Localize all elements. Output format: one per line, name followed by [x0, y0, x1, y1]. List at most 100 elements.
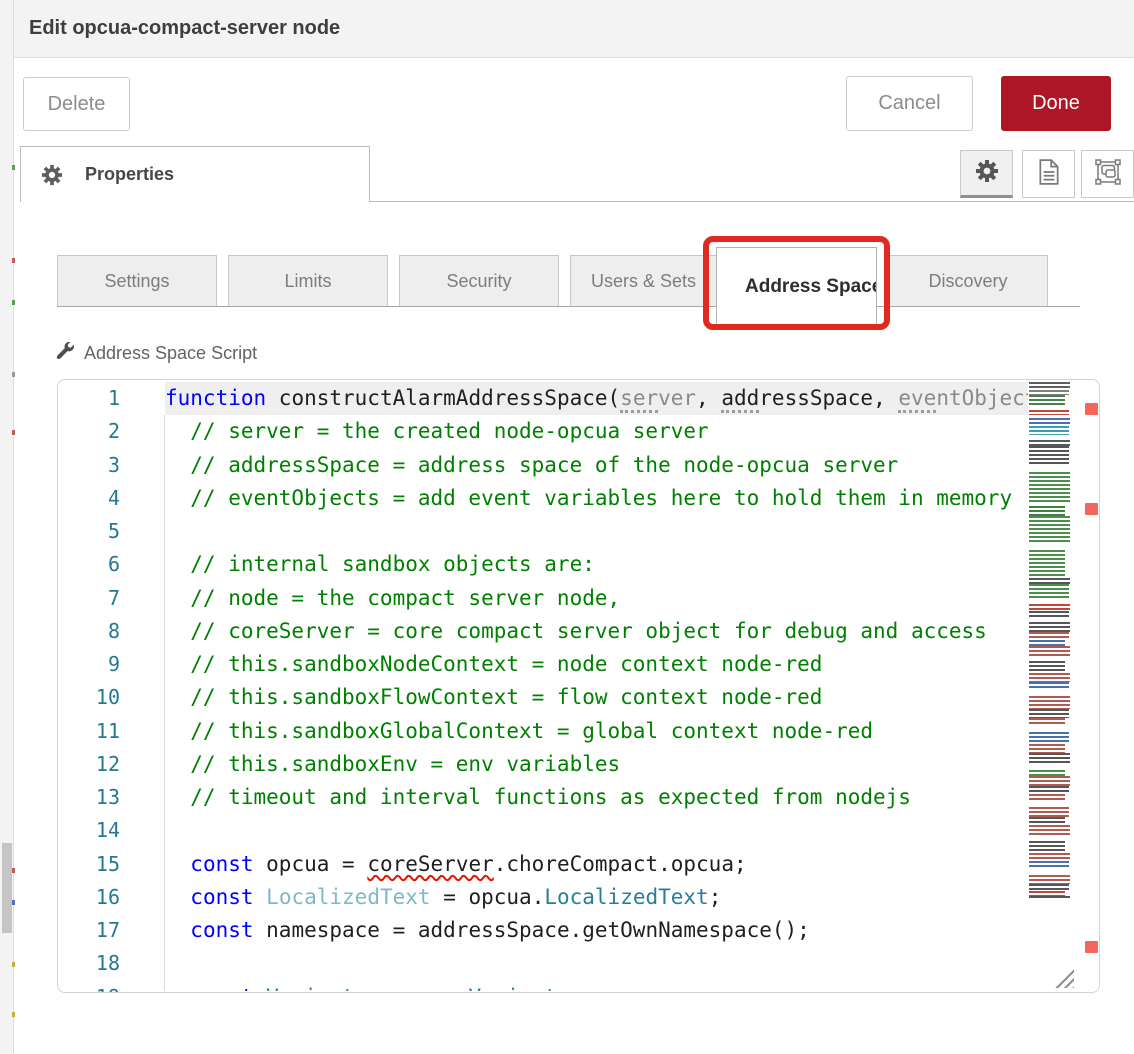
minimap-segment [1029, 807, 1069, 817]
code-line[interactable] [165, 947, 1028, 980]
tab-address-space[interactable]: Address Space [716, 247, 877, 325]
line-number[interactable]: 10 [58, 681, 165, 714]
scrollbar-mark [12, 900, 15, 905]
tab-security[interactable]: Security [399, 255, 559, 307]
section-header: Address Space Script [55, 340, 257, 366]
line-number[interactable]: 18 [58, 947, 165, 980]
node-appearance-button[interactable] [1081, 150, 1134, 198]
code-line[interactable]: // node = the compact server node, [165, 582, 1028, 615]
section-label: Address Space Script [84, 343, 257, 364]
minimap-segment [1029, 853, 1070, 861]
code-line[interactable]: // this.sandboxEnv = env variables [165, 748, 1028, 781]
tab-discovery[interactable]: Discovery [888, 255, 1048, 307]
minimap-segment [1029, 395, 1065, 407]
code-token: // timeout and interval functions as exp… [165, 785, 911, 809]
delete-button[interactable]: Delete [23, 77, 130, 131]
tab-label: Settings [104, 271, 169, 292]
code-token: // addressSpace = address space of the n… [165, 453, 898, 477]
node-description-button[interactable] [1022, 150, 1075, 198]
line-number[interactable]: 15 [58, 848, 165, 881]
line-number[interactable]: 5 [58, 515, 165, 548]
code-editor[interactable]: 12345678910111213141516171819 function c… [57, 379, 1100, 993]
code-line[interactable] [165, 515, 1028, 548]
line-number[interactable]: 14 [58, 814, 165, 847]
minimap-segment [1029, 426, 1069, 435]
code-line[interactable]: const namespace = addressSpace.getOwnNam… [165, 914, 1028, 947]
tab-settings[interactable]: Settings [57, 255, 217, 307]
line-number[interactable]: 16 [58, 881, 165, 914]
page-scrollbar-thumb[interactable] [2, 843, 12, 933]
minimap-segment [1029, 418, 1070, 426]
tab-label: Address Space [745, 276, 877, 298]
appearance-icon [1095, 159, 1121, 190]
code-line[interactable]: // eventObjects = add event variables he… [165, 482, 1028, 515]
code-token: // node = the compact server node, [165, 586, 620, 610]
minimap-segment [1029, 696, 1070, 709]
tab-label: Limits [284, 271, 331, 292]
code-token [165, 885, 190, 909]
document-icon [1038, 159, 1060, 190]
editor-minimap[interactable] [1027, 382, 1074, 922]
line-number[interactable]: 13 [58, 781, 165, 814]
code-line[interactable]: // this.sandboxFlowContext = flow contex… [165, 681, 1028, 714]
edit-node-dialog: Edit opcua-compact-server node Delete Ca… [0, 0, 1134, 1054]
line-number[interactable]: 6 [58, 548, 165, 581]
code-line[interactable]: const Variant = opcua.Variant; [165, 981, 1028, 992]
code-token: // server = the created node-opcua serve… [165, 419, 709, 443]
code-line[interactable]: // this.sandboxNodeContext = node contex… [165, 648, 1028, 681]
line-number[interactable]: 7 [58, 582, 165, 615]
scrollbar-mark [12, 372, 15, 377]
code-line[interactable]: // this.sandboxGlobalContext = global co… [165, 715, 1028, 748]
line-number[interactable]: 9 [58, 648, 165, 681]
minimap-segment [1029, 673, 1070, 682]
gear-icon [21, 164, 63, 186]
minimap-segment [1029, 732, 1069, 744]
line-number[interactable]: 12 [58, 748, 165, 781]
code-line[interactable]: // addressSpace = address space of the n… [165, 449, 1028, 482]
minimap-segment [1029, 516, 1070, 542]
code-line[interactable]: const opcua = coreServer.choreCompact.op… [165, 848, 1028, 881]
code-token: = opcua. [355, 985, 469, 992]
minimap-segment [1029, 718, 1065, 726]
done-button[interactable]: Done [1001, 76, 1111, 131]
code-token: function [165, 386, 266, 410]
code-token: ver [658, 386, 696, 410]
code-line[interactable]: // timeout and interval functions as exp… [165, 781, 1028, 814]
tab-limits[interactable]: Limits [228, 255, 388, 307]
tab-properties[interactable]: Properties [20, 146, 370, 202]
line-number[interactable]: 1 [58, 382, 165, 415]
line-number[interactable]: 17 [58, 914, 165, 947]
code-line[interactable]: // coreServer = core compact server obje… [165, 615, 1028, 648]
code-line[interactable]: const LocalizedText = opcua.LocalizedTex… [165, 881, 1028, 914]
minimap-segment [1029, 841, 1065, 853]
code-token: Variant [266, 985, 355, 992]
code-token: LocalizedText [544, 885, 708, 909]
editor-gutter[interactable]: 12345678910111213141516171819 [58, 382, 165, 993]
tab-users-sets[interactable]: Users & Sets [570, 255, 717, 307]
code-line[interactable]: // server = the created node-opcua serve… [165, 415, 1028, 448]
line-number[interactable]: 4 [58, 482, 165, 515]
editor-code-area[interactable]: function constructAlarmAddressSpace(serv… [165, 382, 1028, 991]
dialog-header: Edit opcua-compact-server node [14, 0, 1134, 58]
minimap-segment [1029, 776, 1070, 786]
code-token: = opcua. [431, 885, 545, 909]
minimap-segment [1029, 446, 1069, 464]
line-number[interactable]: 2 [58, 415, 165, 448]
code-token: // this.sandboxNodeContext = node contex… [165, 652, 822, 676]
line-number[interactable]: 8 [58, 615, 165, 648]
page-scrollbar-track[interactable] [0, 0, 14, 1054]
cancel-button[interactable]: Cancel [846, 76, 973, 131]
line-number[interactable]: 3 [58, 449, 165, 482]
editor-resize-grip[interactable] [1052, 966, 1074, 988]
code-line[interactable] [165, 814, 1028, 847]
code-token: opcua = [254, 852, 368, 876]
code-line[interactable]: // internal sandbox objects are: [165, 548, 1028, 581]
line-number[interactable]: 11 [58, 715, 165, 748]
node-properties-button[interactable] [960, 150, 1013, 198]
code-line[interactable]: function constructAlarmAddressSpace(serv… [165, 382, 1028, 415]
minimap-segment [1029, 646, 1070, 656]
minimap-segment [1029, 632, 1069, 640]
tab-label: Discovery [928, 271, 1007, 292]
line-number[interactable]: 19 [58, 981, 165, 994]
minimap-segment [1029, 550, 1065, 578]
